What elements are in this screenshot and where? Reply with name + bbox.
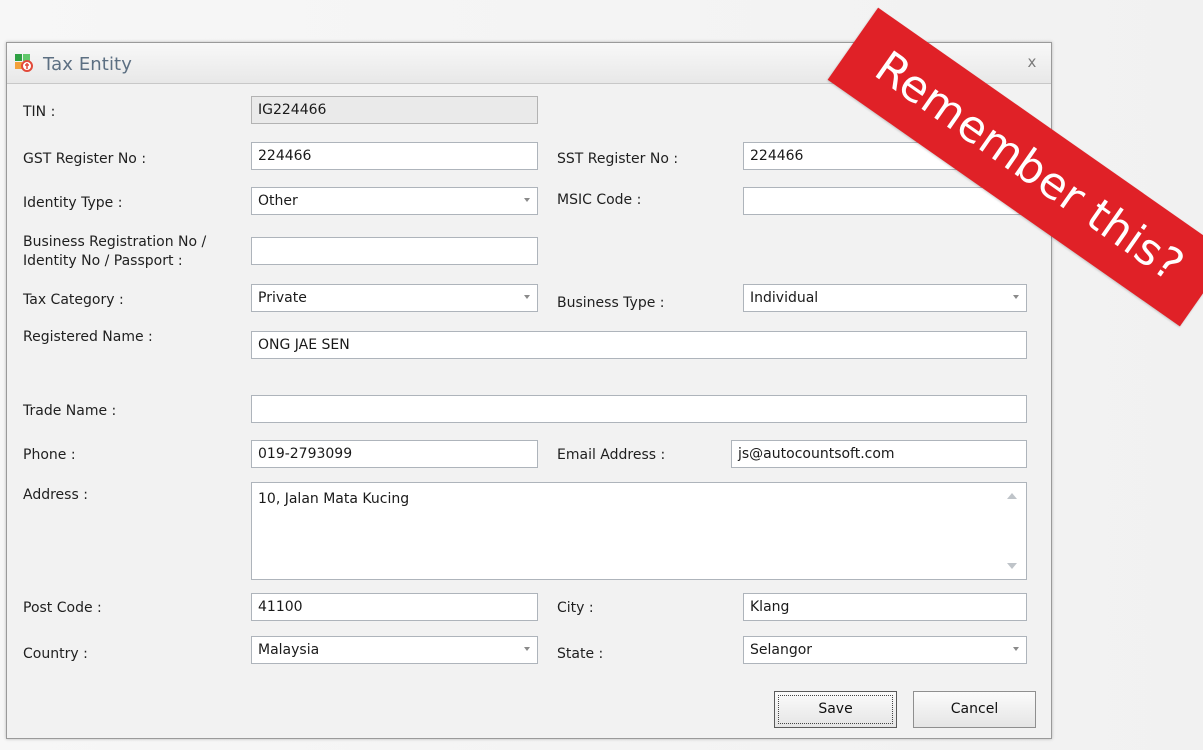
close-icon[interactable]: x bbox=[1022, 52, 1042, 72]
cancel-button[interactable]: Cancel bbox=[913, 691, 1036, 728]
msic-code-field[interactable] bbox=[743, 187, 1027, 215]
country-label: Country : bbox=[23, 646, 88, 662]
address-text: 10, Jalan Mata Kucing bbox=[258, 491, 410, 507]
business-type-value: Individual bbox=[750, 290, 819, 306]
business-registration-field[interactable] bbox=[251, 237, 538, 265]
tax-category-value: Private bbox=[258, 290, 307, 306]
post-code-label: Post Code : bbox=[23, 600, 102, 616]
gst-register-label: GST Register No : bbox=[23, 151, 147, 167]
business-registration-label-line1: Business Registration No / bbox=[23, 234, 207, 250]
phone-label: Phone : bbox=[23, 447, 76, 463]
business-type-select[interactable]: Individual bbox=[743, 284, 1027, 312]
msic-code-label: MSIC Code : bbox=[557, 192, 642, 208]
email-address-field[interactable]: js@autocountsoft.com bbox=[731, 440, 1027, 468]
business-type-label: Business Type : bbox=[557, 295, 665, 311]
gst-register-field[interactable]: 224466 bbox=[251, 142, 538, 170]
tax-category-select[interactable]: Private bbox=[251, 284, 538, 312]
tin-field[interactable]: IG224466 bbox=[251, 96, 538, 124]
registered-name-label: Registered Name : bbox=[23, 329, 153, 345]
trade-name-label: Trade Name : bbox=[23, 403, 117, 419]
state-value: Selangor bbox=[750, 642, 813, 658]
chevron-down-icon[interactable] bbox=[524, 295, 530, 299]
chevron-down-icon[interactable] bbox=[1013, 295, 1019, 299]
country-select[interactable]: Malaysia bbox=[251, 636, 538, 664]
identity-type-label: Identity Type : bbox=[23, 195, 123, 211]
address-textarea[interactable]: 10, Jalan Mata Kucing bbox=[251, 482, 1027, 580]
save-button[interactable]: Save bbox=[774, 691, 897, 728]
tax-category-label: Tax Category : bbox=[23, 292, 124, 308]
chevron-down-icon[interactable] bbox=[1013, 647, 1019, 651]
chevron-down-icon[interactable] bbox=[524, 647, 530, 651]
tax-entity-app-icon bbox=[15, 54, 33, 72]
email-address-label: Email Address : bbox=[557, 447, 666, 463]
city-field[interactable]: Klang bbox=[743, 593, 1027, 621]
chevron-down-icon[interactable] bbox=[524, 198, 530, 202]
tax-entity-dialog: Tax Entity x TIN : IG224466 GST Register… bbox=[6, 42, 1052, 739]
sst-register-label: SST Register No : bbox=[557, 151, 679, 167]
state-select[interactable]: Selangor bbox=[743, 636, 1027, 664]
dialog-title: Tax Entity bbox=[43, 54, 132, 75]
state-label: State : bbox=[557, 646, 604, 662]
identity-type-select[interactable]: Other bbox=[251, 187, 538, 215]
city-label: City : bbox=[557, 600, 594, 616]
business-registration-label-line2: Identity No / Passport : bbox=[23, 253, 183, 269]
trade-name-field[interactable] bbox=[251, 395, 1027, 423]
scroll-up-icon[interactable] bbox=[1007, 493, 1017, 499]
tin-label: TIN : bbox=[23, 104, 56, 120]
post-code-field[interactable]: 41100 bbox=[251, 593, 538, 621]
registered-name-field[interactable]: ONG JAE SEN bbox=[251, 331, 1027, 359]
country-value: Malaysia bbox=[258, 642, 320, 658]
identity-type-value: Other bbox=[258, 193, 298, 209]
phone-field[interactable]: 019-2793099 bbox=[251, 440, 538, 468]
address-label: Address : bbox=[23, 487, 88, 503]
scroll-down-icon[interactable] bbox=[1007, 563, 1017, 569]
